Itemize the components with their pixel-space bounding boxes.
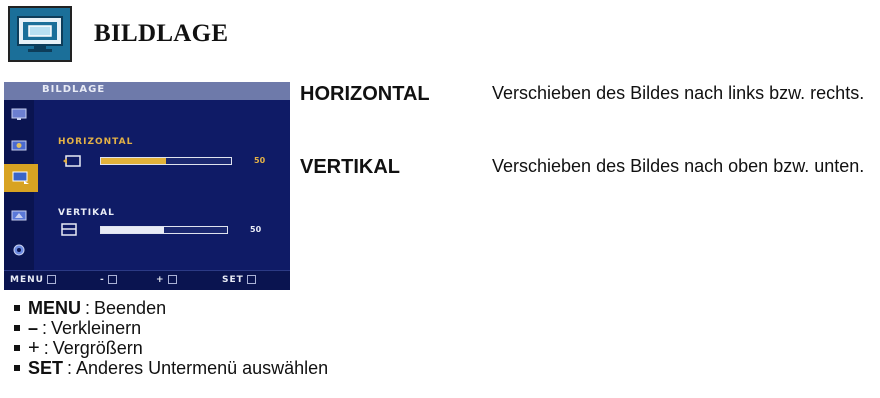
legend-item: MENU : Beenden xyxy=(14,298,328,318)
legend-text: Anderes Untermenü auswählen xyxy=(76,357,329,378)
horizontal-slider-fill xyxy=(101,158,166,164)
position-icon[interactable] xyxy=(4,164,38,192)
vertical-position-icon xyxy=(60,221,78,242)
monitor-position-icon xyxy=(8,6,72,62)
color-icon[interactable] xyxy=(9,138,29,154)
page-title: BILDLAGE xyxy=(94,20,229,47)
legend-key: – xyxy=(28,317,39,338)
legend-item: – : Verkleinern xyxy=(14,318,328,338)
description-horizontal: Verschieben des Bildes nach links bzw. r… xyxy=(492,83,865,103)
description-vertical: Verschieben des Bildes nach oben bzw. un… xyxy=(492,156,865,176)
osd-title: BILDLAGE xyxy=(42,84,106,95)
legend-text: Verkleinern xyxy=(51,317,142,338)
osd-plus-label: + xyxy=(156,275,165,285)
legend-separator: : xyxy=(43,337,49,358)
legend-separator: : xyxy=(85,297,91,318)
osd-menu-label: MENU xyxy=(10,275,44,285)
osd-minus-button[interactable]: - xyxy=(100,275,117,285)
term-vertical: VERTIKAL xyxy=(300,156,400,178)
legend-key: SET xyxy=(28,357,64,378)
legend-item: SET : Anderes Untermenü auswählen xyxy=(14,358,328,378)
osd-button-bar: MENU - + SET xyxy=(4,270,290,290)
horizontal-slider[interactable] xyxy=(100,157,232,165)
osd-set-label: SET xyxy=(222,275,244,285)
term-horizontal: HORIZONTAL xyxy=(300,83,430,105)
legend-key: + xyxy=(28,336,40,359)
setup-icon[interactable] xyxy=(9,208,29,224)
osd-vertical-label: VERTIKAL xyxy=(58,208,115,218)
osd-set-button[interactable]: SET xyxy=(222,275,256,285)
osd-menu-panel: BILDLAGE HORIZONTAL 50 VERTIKAL 50 MENU … xyxy=(4,82,290,290)
legend-text: Beenden xyxy=(94,297,167,318)
bullet-icon xyxy=(14,305,20,311)
bullet-icon xyxy=(14,365,20,371)
button-legend: MENU : Beenden – : Verkleinern + : Vergr… xyxy=(14,298,328,378)
legend-key: MENU xyxy=(28,297,81,318)
osd-menu-button[interactable]: MENU xyxy=(10,275,56,285)
legend-item: + : Vergrößern xyxy=(14,336,328,359)
osd-minus-label: - xyxy=(100,275,105,285)
horizontal-value: 50 xyxy=(254,156,266,165)
osd-title-bar: BILDLAGE xyxy=(4,82,290,100)
legend-text: Vergrößern xyxy=(52,337,143,358)
vertical-slider-fill xyxy=(101,227,164,233)
settings-icon[interactable] xyxy=(9,242,29,258)
vertical-value: 50 xyxy=(250,225,262,234)
legend-separator: : xyxy=(67,357,73,378)
bullet-icon xyxy=(14,345,20,351)
vertical-slider[interactable] xyxy=(100,226,228,234)
osd-horizontal-label: HORIZONTAL xyxy=(58,137,134,147)
picture-icon[interactable] xyxy=(9,106,29,122)
legend-separator: : xyxy=(42,317,48,338)
osd-plus-button[interactable]: + xyxy=(156,275,177,285)
bullet-icon xyxy=(14,325,20,331)
osd-sidebar xyxy=(4,100,38,270)
horizontal-position-icon xyxy=(62,154,82,172)
